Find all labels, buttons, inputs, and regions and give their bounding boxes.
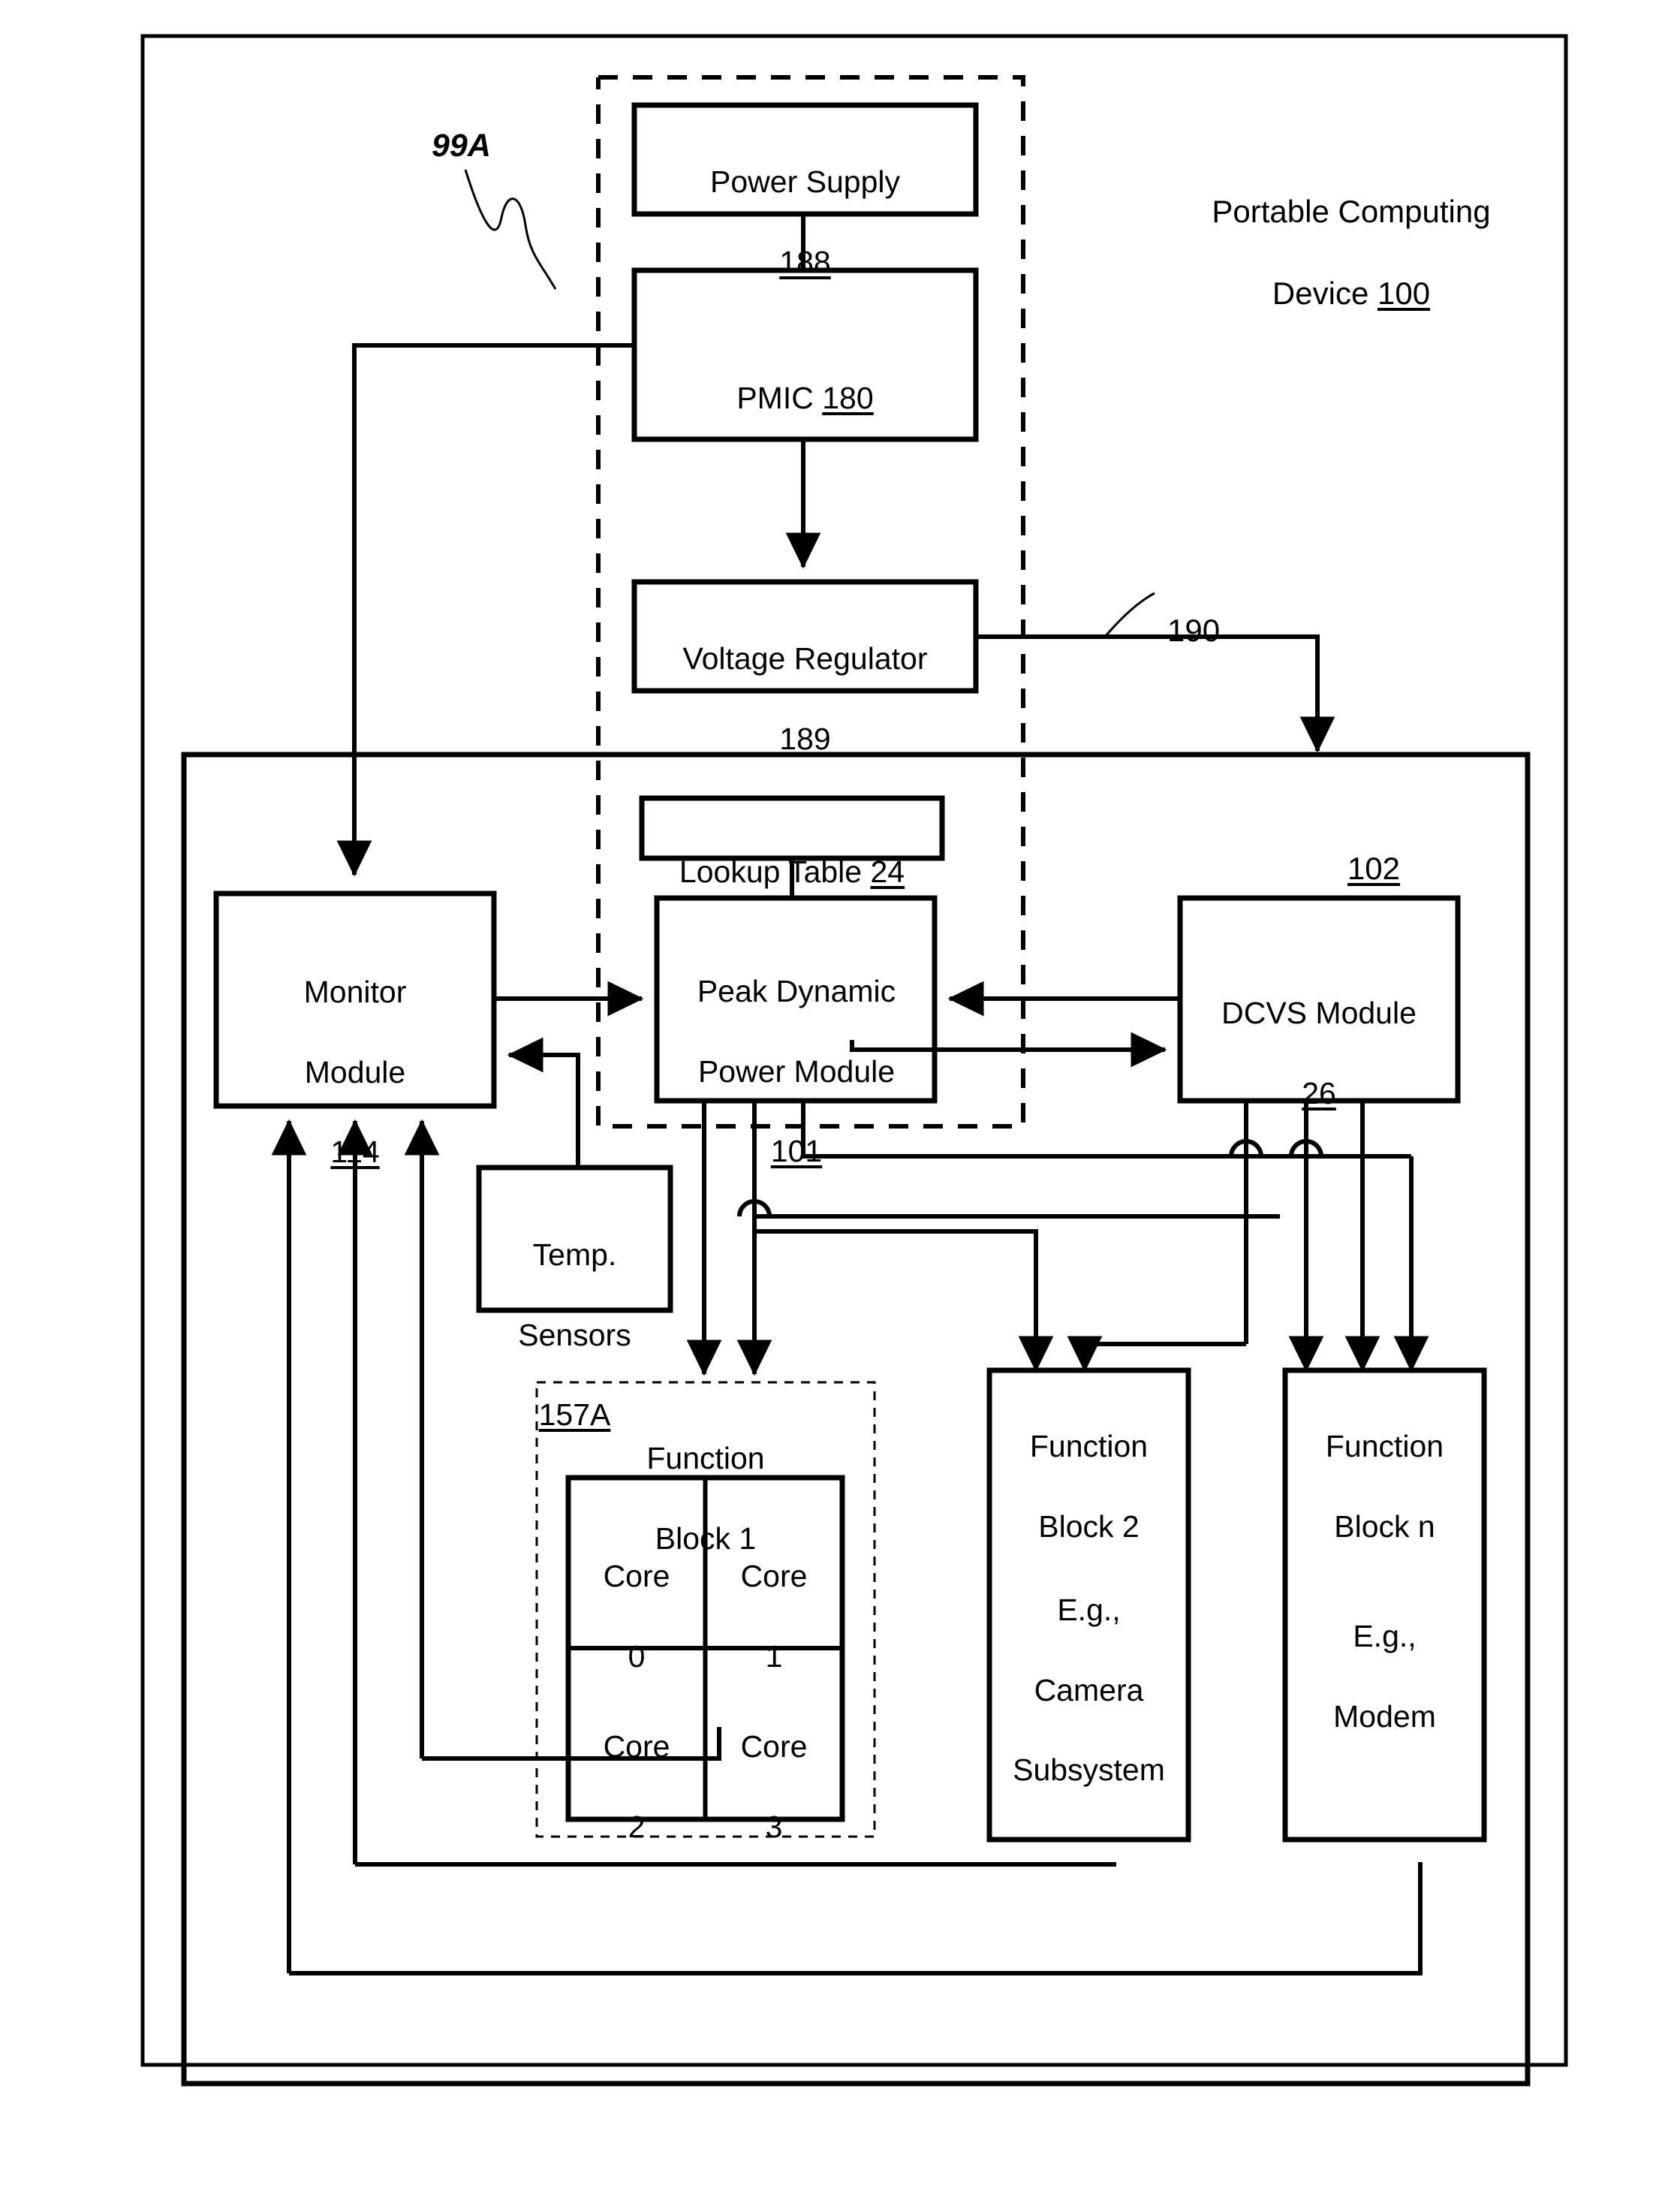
power-supply-ref: 188: [779, 244, 831, 279]
voltage-regulator-label: Voltage Regulator 189: [634, 599, 976, 759]
pmic-label: PMIC 180: [634, 339, 976, 419]
figure-canvas: Portable Computing Device 100 99A 190 10…: [0, 0, 1668, 2212]
fbn-line1: Function: [1325, 1429, 1444, 1464]
callout-leader-190: [1103, 592, 1155, 637]
power-supply-label: Power Supply 188: [634, 122, 976, 282]
monitor-ref: 114: [330, 1135, 380, 1170]
fb2-line2: Block 2: [1038, 1508, 1140, 1544]
fb2-line1: Function: [1029, 1429, 1149, 1464]
core-1-label: Core 1: [740, 1559, 808, 1674]
power-supply-title: Power Supply: [710, 164, 900, 200]
dcvs-title: DCVS Module: [1221, 996, 1417, 1031]
pmic-ref: 180: [822, 381, 874, 416]
core-2-label: Core 2: [603, 1729, 670, 1844]
device-label-ref: 100: [1377, 275, 1431, 311]
function-block-n-label: Function Block n: [1278, 1387, 1492, 1547]
lookup-table-label: Lookup Table 24: [642, 812, 942, 893]
pdpm-ref: 101: [770, 1134, 823, 1169]
peak-dynamic-power-module-label: Peak Dynamic Power Module 101: [650, 932, 943, 1172]
dcvs-module-label: DCVS Module 26: [1173, 954, 1465, 1114]
device-label-line1: Portable Computing: [1212, 193, 1491, 229]
monitor-module-label: Monitor Module 114: [216, 933, 494, 1173]
wire-route-fb2-left: [754, 1229, 1054, 1373]
wire-pmic-to-monitor: [336, 343, 634, 877]
function-block-2-label: Function Block 2: [982, 1387, 1196, 1547]
lookup-table-title: Lookup Table: [679, 854, 871, 890]
wire-dcvs-to-fb2: [1067, 1336, 1246, 1373]
callout-99a-label: 99A: [432, 128, 491, 164]
wire-tempsensors-to-monitor: [507, 1037, 580, 1168]
soc-ref-label: 102: [1347, 850, 1401, 886]
callout-190-label: 190: [1167, 612, 1221, 648]
lookup-table-ref: 24: [870, 854, 905, 890]
pdpm-line1: Peak Dynamic: [697, 974, 896, 1009]
wire-feedback-return-mid: [355, 1862, 1116, 1867]
portable-computing-device-label: Portable Computing Device 100: [1156, 150, 1546, 314]
monitor-line1: Monitor: [303, 975, 407, 1010]
pmic-title: PMIC: [736, 381, 823, 416]
core-3-label: Core 3: [740, 1729, 808, 1844]
temp-line2: Sensors: [518, 1317, 631, 1352]
wire-feedback-return-outer: [289, 1862, 1423, 1975]
voltage-regulator-title: Voltage Regulator: [682, 641, 928, 677]
voltage-regulator-ref: 189: [779, 721, 831, 756]
function-block-2-detail: E.g., Camera Subsystem: [1013, 1593, 1165, 1788]
monitor-line2: Module: [304, 1054, 406, 1089]
dcvs-ref: 26: [1302, 1075, 1336, 1111]
function-block-n-detail: E.g., Modem: [1333, 1619, 1436, 1734]
wire-190-vreg-to-soc: [976, 634, 1335, 753]
device-label-line2: Device: [1272, 275, 1377, 311]
core-0-label: Core 0: [603, 1559, 670, 1674]
pdpm-line2: Power Module: [697, 1053, 896, 1089]
callout-leader-99a: [464, 169, 557, 290]
fb1-line1: Function: [646, 1441, 765, 1476]
fbn-line2: Block n: [1334, 1508, 1435, 1544]
temp-line1: Temp.: [532, 1237, 617, 1273]
